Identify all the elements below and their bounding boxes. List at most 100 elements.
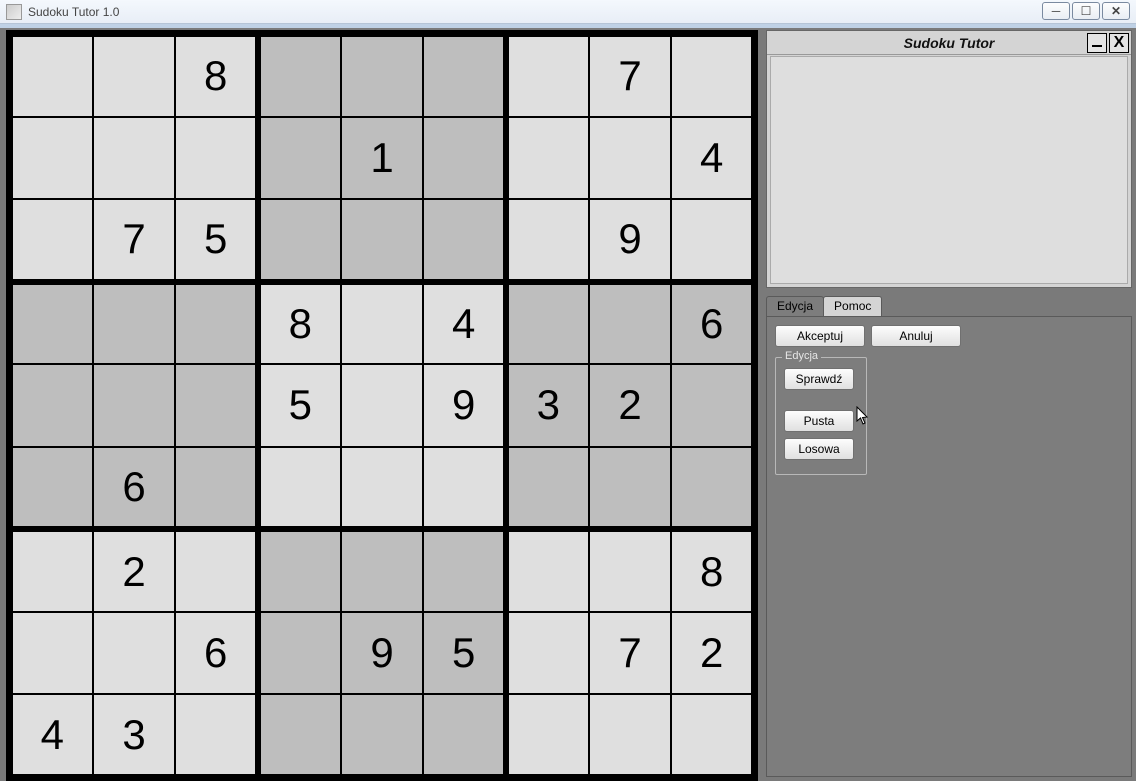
sudoku-cell[interactable]: 6 — [671, 282, 754, 365]
sudoku-cell[interactable]: 7 — [589, 612, 672, 695]
random-button[interactable]: Losowa — [784, 438, 854, 460]
sudoku-cell[interactable] — [671, 34, 754, 117]
sudoku-cell[interactable] — [589, 447, 672, 530]
os-minimize-button[interactable]: ─ — [1042, 2, 1070, 20]
sudoku-cell[interactable] — [341, 364, 424, 447]
cancel-button[interactable]: Anuluj — [871, 325, 961, 347]
sudoku-cell[interactable] — [175, 364, 258, 447]
sudoku-cell[interactable] — [506, 612, 589, 695]
sudoku-cell[interactable] — [423, 34, 506, 117]
empty-button[interactable]: Pusta — [784, 410, 854, 432]
sudoku-cell[interactable] — [258, 117, 341, 200]
sudoku-cell[interactable]: 4 — [10, 694, 93, 777]
tab-help[interactable]: Pomoc — [823, 296, 882, 316]
sudoku-cell[interactable] — [175, 529, 258, 612]
sudoku-cell[interactable] — [175, 694, 258, 777]
sudoku-cell[interactable]: 9 — [423, 364, 506, 447]
sudoku-cell[interactable] — [506, 199, 589, 282]
sudoku-cell[interactable] — [93, 34, 176, 117]
tutor-minimize-button[interactable] — [1087, 33, 1107, 53]
sudoku-cell[interactable]: 5 — [175, 199, 258, 282]
sudoku-cell[interactable] — [506, 282, 589, 365]
sudoku-cell[interactable]: 7 — [589, 34, 672, 117]
sudoku-cell[interactable] — [10, 529, 93, 612]
tutor-panel-controls: X — [1087, 33, 1129, 53]
sudoku-cell[interactable] — [589, 529, 672, 612]
sudoku-cell[interactable] — [423, 117, 506, 200]
sudoku-cell[interactable] — [423, 694, 506, 777]
sudoku-cell[interactable]: 2 — [93, 529, 176, 612]
sudoku-cell[interactable] — [423, 199, 506, 282]
sudoku-cell[interactable] — [341, 694, 424, 777]
os-window-title: Sudoku Tutor 1.0 — [28, 5, 119, 19]
sudoku-cell[interactable] — [258, 199, 341, 282]
sudoku-cell[interactable] — [10, 447, 93, 530]
sudoku-cell[interactable] — [341, 282, 424, 365]
sudoku-cell[interactable] — [258, 34, 341, 117]
sudoku-cell[interactable] — [589, 117, 672, 200]
sudoku-cell[interactable] — [341, 34, 424, 117]
sudoku-cell[interactable] — [93, 117, 176, 200]
sudoku-cell[interactable] — [10, 199, 93, 282]
sudoku-cell[interactable]: 9 — [341, 612, 424, 695]
sudoku-cell[interactable]: 8 — [175, 34, 258, 117]
sudoku-cell[interactable] — [10, 612, 93, 695]
sudoku-cell[interactable] — [671, 364, 754, 447]
sudoku-cell[interactable]: 1 — [341, 117, 424, 200]
sudoku-cell[interactable] — [506, 447, 589, 530]
sudoku-cell[interactable]: 2 — [589, 364, 672, 447]
sudoku-cell[interactable] — [506, 529, 589, 612]
sudoku-cell[interactable] — [258, 694, 341, 777]
sudoku-cell[interactable] — [93, 282, 176, 365]
sudoku-cell[interactable]: 4 — [671, 117, 754, 200]
sudoku-cell[interactable] — [93, 612, 176, 695]
check-button[interactable]: Sprawdź — [784, 368, 854, 390]
sudoku-cell[interactable] — [506, 34, 589, 117]
sudoku-cell[interactable] — [10, 117, 93, 200]
sudoku-cell[interactable] — [506, 117, 589, 200]
tab-edit[interactable]: Edycja — [766, 296, 824, 316]
app-area: 871475984659326286957243 Sudoku Tutor X … — [0, 28, 1136, 781]
sudoku-cell[interactable] — [10, 364, 93, 447]
os-close-button[interactable]: ✕ — [1102, 2, 1130, 20]
sudoku-cell[interactable]: 9 — [589, 199, 672, 282]
sudoku-cell[interactable] — [175, 117, 258, 200]
sudoku-cell[interactable] — [258, 447, 341, 530]
sudoku-cell[interactable]: 5 — [423, 612, 506, 695]
os-window-controls: ─ ☐ ✕ — [1042, 2, 1130, 20]
sudoku-cell[interactable] — [589, 694, 672, 777]
edit-group: Edycja Sprawdź Pusta Losowa — [775, 357, 867, 475]
accept-button[interactable]: Akceptuj — [775, 325, 865, 347]
sudoku-cell[interactable] — [258, 529, 341, 612]
sudoku-cell[interactable]: 8 — [671, 529, 754, 612]
sudoku-cell[interactable] — [10, 34, 93, 117]
sudoku-cell[interactable]: 6 — [93, 447, 176, 530]
sudoku-cell[interactable]: 7 — [93, 199, 176, 282]
sudoku-cell[interactable]: 3 — [93, 694, 176, 777]
os-maximize-button[interactable]: ☐ — [1072, 2, 1100, 20]
sudoku-cell[interactable] — [423, 447, 506, 530]
sudoku-cell[interactable] — [506, 694, 589, 777]
sudoku-cell[interactable] — [423, 529, 506, 612]
button-row-top: Akceptuj Anuluj — [775, 325, 1123, 347]
sudoku-cell[interactable] — [175, 447, 258, 530]
sudoku-cell[interactable] — [589, 282, 672, 365]
sudoku-cell[interactable]: 3 — [506, 364, 589, 447]
sudoku-cell[interactable] — [671, 447, 754, 530]
sudoku-cell[interactable] — [93, 364, 176, 447]
sudoku-cell[interactable]: 5 — [258, 364, 341, 447]
sudoku-cell[interactable]: 4 — [423, 282, 506, 365]
sudoku-cell[interactable] — [341, 199, 424, 282]
sudoku-cell[interactable] — [341, 447, 424, 530]
sudoku-cell[interactable]: 6 — [175, 612, 258, 695]
sudoku-cell[interactable] — [341, 529, 424, 612]
tab-area: Edycja Pomoc Akceptuj Anuluj Edycja Spra… — [766, 296, 1132, 777]
sudoku-cell[interactable] — [671, 199, 754, 282]
sudoku-cell[interactable] — [671, 694, 754, 777]
sudoku-cell[interactable] — [258, 612, 341, 695]
sudoku-cell[interactable]: 2 — [671, 612, 754, 695]
tutor-close-button[interactable]: X — [1109, 33, 1129, 53]
sudoku-cell[interactable] — [175, 282, 258, 365]
sudoku-cell[interactable] — [10, 282, 93, 365]
sudoku-cell[interactable]: 8 — [258, 282, 341, 365]
